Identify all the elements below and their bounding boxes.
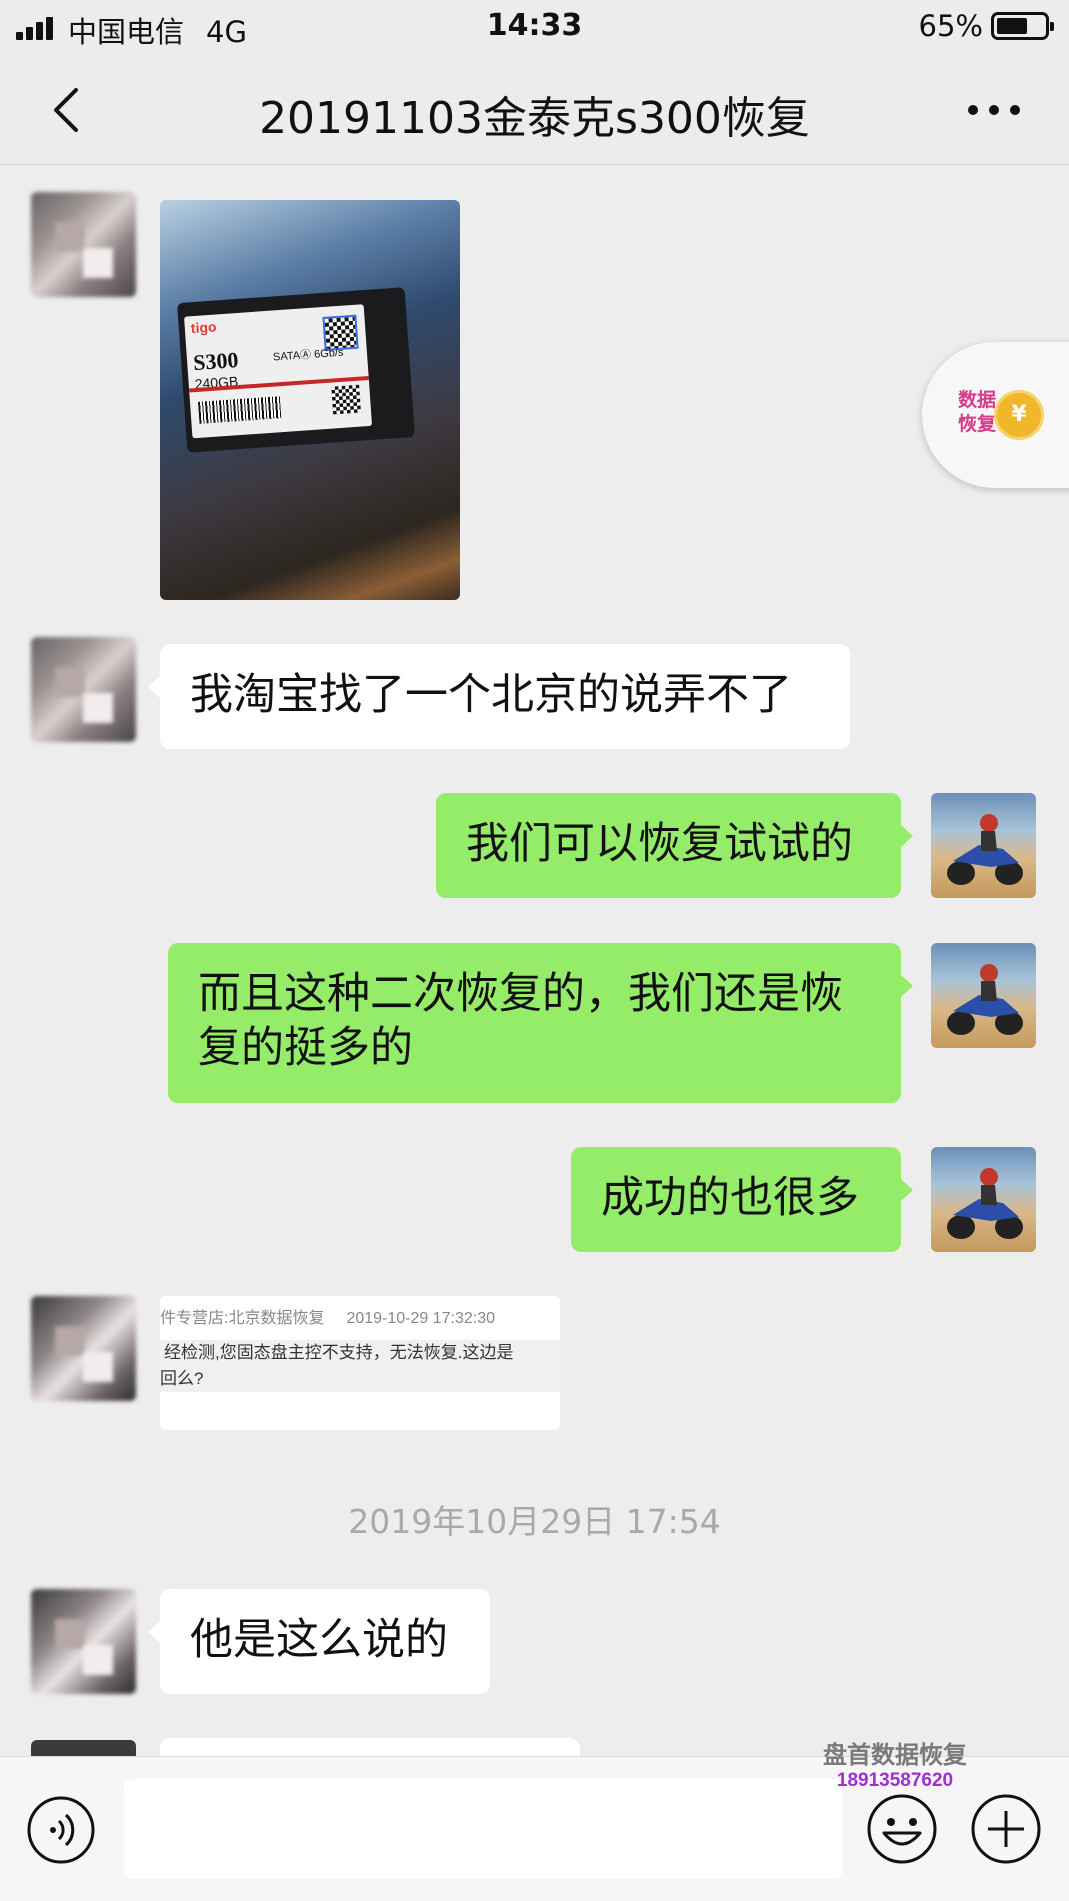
battery-icon bbox=[991, 12, 1054, 40]
atv-rider-icon bbox=[947, 814, 1023, 885]
input-bar bbox=[0, 1756, 1069, 1901]
contact-avatar[interactable] bbox=[31, 192, 136, 297]
chat-title: 20191103金泰克s300恢复 bbox=[259, 93, 810, 144]
quoted-date: 2019-10-29 17:32:30 bbox=[346, 1310, 496, 1327]
floating-widget[interactable]: 数据恢复 ¥ bbox=[922, 342, 1069, 488]
chat-header: 20191103金泰克s300恢复 bbox=[0, 56, 1069, 165]
atv-rider-icon bbox=[947, 964, 1023, 1035]
my-avatar[interactable] bbox=[931, 943, 1036, 1048]
atv-rider-icon bbox=[947, 1168, 1023, 1239]
quoted-line: 回么? bbox=[160, 1369, 204, 1388]
plus-icon[interactable] bbox=[970, 1793, 1042, 1865]
my-avatar[interactable] bbox=[931, 793, 1036, 898]
voice-icon[interactable] bbox=[26, 1795, 96, 1865]
message-bubble[interactable]: 他是这么说的 bbox=[148, 1589, 490, 1694]
floating-widget-label: 数据恢复 bbox=[958, 389, 997, 435]
emoji-icon[interactable] bbox=[866, 1793, 938, 1865]
contact-avatar[interactable] bbox=[31, 1589, 136, 1694]
more-dots-icon[interactable] bbox=[959, 86, 1029, 134]
quoted-line: 经检测,您固态盘主控不支持，无法恢复.这边是 bbox=[164, 1343, 514, 1362]
message-bubble[interactable]: 成功的也很多 bbox=[571, 1147, 913, 1252]
quoted-shop: 件专营店:北京数据恢复 bbox=[160, 1310, 325, 1327]
battery-percent: 65% bbox=[918, 9, 983, 43]
contact-avatar[interactable] bbox=[31, 1296, 136, 1401]
message-bubble[interactable]: 我们可以恢复试试的 bbox=[436, 793, 913, 898]
qr-code-icon bbox=[331, 384, 362, 415]
status-time: 14:33 bbox=[486, 8, 583, 43]
battery-level bbox=[997, 18, 1027, 34]
quoted-header: 件专营店:北京数据恢复 2019-10-29 17:32:30 bbox=[160, 1304, 495, 1328]
chevron-left-icon[interactable] bbox=[44, 84, 96, 136]
my-avatar[interactable] bbox=[931, 1147, 1036, 1252]
message-input[interactable] bbox=[124, 1779, 842, 1879]
message-bubble-partial bbox=[160, 1738, 580, 1758]
ssd-photo: tigo S300 SATAⒶ 6Gb/s 240GB bbox=[177, 287, 415, 453]
message-bubble[interactable]: 我淘宝找了一个北京的说弄不了 bbox=[148, 644, 850, 749]
quoted-text: 经检测,您固态盘主控不支持，无法恢复.这边是 回么? bbox=[160, 1340, 560, 1392]
barcode-icon bbox=[197, 396, 282, 424]
message-bubble[interactable]: 而且这种二次恢复的，我们还是恢复的挺多的 bbox=[168, 943, 913, 1103]
chat-timestamp: 2019年10月29日 17:54 bbox=[348, 1502, 721, 1541]
ssd-interface: SATAⒶ 6Gb/s bbox=[272, 346, 344, 364]
status-bar: 中国电信 4G 14:33 65% bbox=[0, 0, 1069, 56]
ssd-model: S300 bbox=[192, 347, 240, 376]
image-message[interactable]: tigo S300 SATAⒶ 6Gb/s 240GB bbox=[160, 200, 460, 600]
coin-icon: ¥ bbox=[994, 390, 1044, 440]
ssd-brand: tigo bbox=[190, 318, 217, 337]
screenshot-message[interactable]: 件专营店:北京数据恢复 2019-10-29 17:32:30 经检测,您固态盘主… bbox=[160, 1296, 560, 1430]
contact-avatar[interactable] bbox=[31, 637, 136, 742]
